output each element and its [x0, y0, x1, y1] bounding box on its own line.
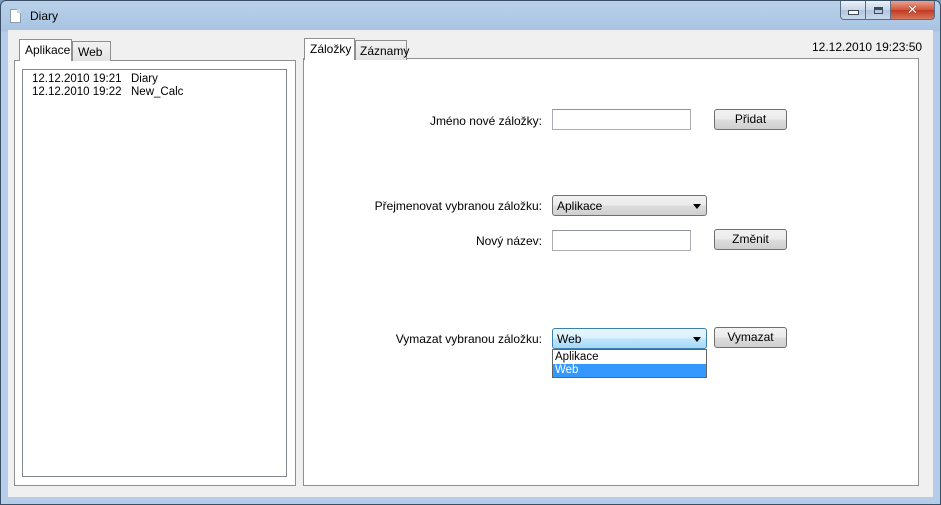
- tab-label: Záznamy: [360, 44, 410, 58]
- delete-dropdown-list[interactable]: Aplikace Web: [552, 349, 707, 378]
- delete-label: Vymazat vybranou záložku:: [395, 332, 542, 346]
- window-title: Diary: [30, 9, 59, 23]
- tab-zalozky[interactable]: Záložky: [304, 38, 355, 60]
- new-name-input[interactable]: [552, 230, 691, 251]
- delete-select[interactable]: Web: [552, 328, 707, 349]
- tab-zaznamy[interactable]: Záznamy: [355, 40, 410, 60]
- new-name-label: Nový název:: [475, 234, 542, 248]
- entry-time: 12.12.2010 19:21: [32, 73, 122, 85]
- chevron-down-icon: [693, 337, 701, 342]
- minimize-button[interactable]: [840, 1, 866, 20]
- new-bookmark-label: Jméno nové záložky:: [429, 114, 542, 128]
- tab-label: Aplikace: [25, 43, 71, 57]
- change-button[interactable]: Změnit: [714, 229, 787, 250]
- tab-label: Záložky: [310, 42, 352, 56]
- chevron-down-icon: [693, 204, 701, 209]
- rename-label: Přejmenovat vybranou záložku:: [374, 199, 542, 213]
- entry-time: 12.12.2010 19:22: [32, 86, 122, 98]
- close-button[interactable]: ✕: [891, 1, 935, 20]
- clock-display: 12.12.2010 19:23:50: [812, 40, 923, 54]
- tab-label: Web: [78, 45, 103, 59]
- caption-buttons: ✕: [840, 1, 935, 21]
- delete-button[interactable]: Vymazat: [714, 327, 787, 348]
- maximize-icon: [873, 6, 883, 14]
- tab-web[interactable]: Web: [72, 41, 111, 61]
- entries-list[interactable]: 12.12.2010 19:21 Diary 12.12.2010 19:22 …: [22, 69, 287, 477]
- add-button[interactable]: Přidat: [714, 109, 787, 130]
- minimize-icon: [847, 10, 859, 15]
- rename-selected-value: Aplikace: [557, 199, 603, 213]
- close-icon: ✕: [907, 2, 918, 18]
- new-bookmark-input[interactable]: [552, 109, 691, 130]
- entry-name: Diary: [131, 73, 158, 85]
- dropdown-option-web[interactable]: Web: [553, 364, 706, 377]
- tab-aplikace[interactable]: Aplikace: [19, 39, 72, 61]
- entry-name: New_Calc: [131, 86, 184, 98]
- rename-select[interactable]: Aplikace: [552, 195, 707, 216]
- title-bar[interactable]: Diary ✕: [1, 1, 940, 31]
- dropdown-option-aplikace[interactable]: Aplikace: [553, 351, 706, 364]
- document-icon: [10, 9, 21, 23]
- delete-selected-value: Web: [557, 332, 582, 346]
- maximize-button[interactable]: [866, 1, 891, 20]
